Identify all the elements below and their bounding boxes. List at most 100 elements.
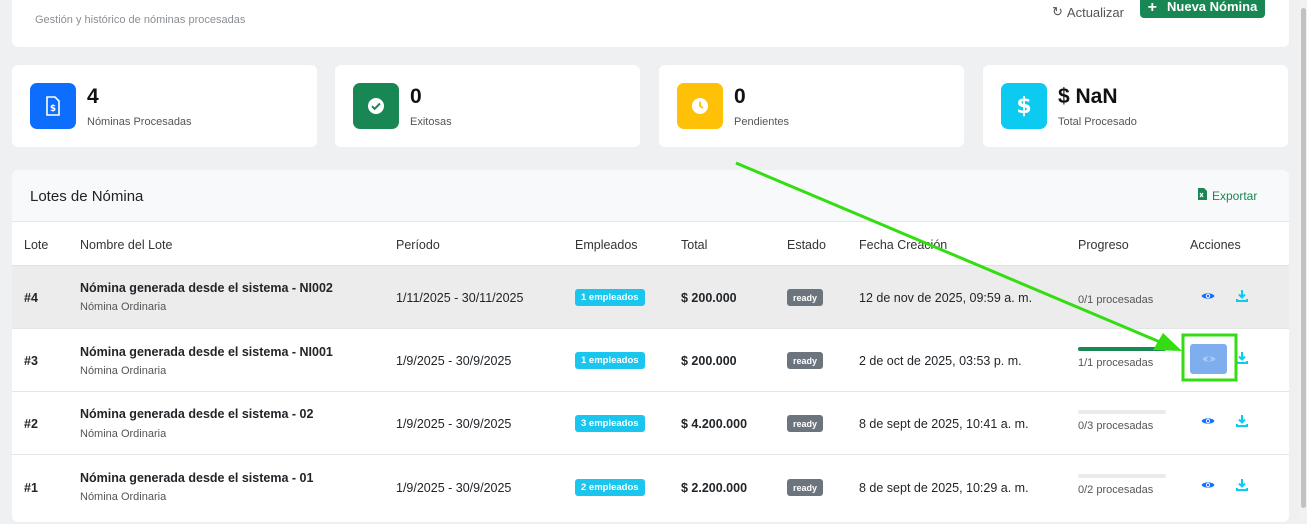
plus-icon: + [1147,0,1158,16]
batch-type: Nómina Ordinaria [80,365,167,377]
eye-icon [1201,293,1215,299]
col-header-fecha[interactable]: Fecha Creación [859,238,947,252]
view-button[interactable] [1198,286,1218,306]
lote-id: #4 [24,291,38,305]
lote-id: #1 [24,481,38,495]
col-header-estado[interactable]: Estado [787,238,826,252]
batch-total: $ 200.000 [681,354,737,368]
employees-badge: 1 empleados [575,289,645,306]
status-badge: ready [787,415,824,432]
batch-type: Nómina Ordinaria [80,428,167,440]
table-row[interactable]: #4 Nómina generada desde el sistema - NI… [12,266,1289,329]
created-date: 12 de nov de 2025, 09:59 a. m. [859,291,1033,305]
export-label: Exportar [1212,188,1258,203]
batch-total: $ 2.200.000 [681,481,748,495]
svg-text:$: $ [50,104,56,114]
stat-value: 0 [734,85,746,108]
scrollbar-thumb[interactable] [1301,8,1306,508]
download-button[interactable] [1232,411,1252,431]
progress-text: 0/2 procesadas [1078,484,1154,496]
employees-badge: 3 empleados [575,415,645,432]
export-button[interactable]: Exportar [1198,188,1257,203]
batch-type: Nómina Ordinaria [80,491,167,503]
excel-file-icon [1198,188,1207,203]
batch-total: $ 200.000 [681,291,737,305]
batch-name: Nómina generada desde el sistema - NI001 [80,345,333,359]
file-dollar-icon: $ [30,83,76,129]
table-row[interactable]: #2 Nómina generada desde el sistema - 02… [12,392,1289,455]
stat-value: $ NaN [1058,85,1118,108]
stat-label: Pendientes [734,116,790,128]
col-header-total[interactable]: Total [681,238,707,252]
progress-bar [1078,474,1166,478]
download-button[interactable] [1232,348,1252,368]
lote-id: #2 [24,417,38,431]
status-badge: ready [787,289,824,306]
batch-type: Nómina Ordinaria [80,301,167,313]
download-icon [1236,479,1248,491]
progress-bar [1078,347,1166,351]
clock-icon [677,83,723,129]
lote-id: #3 [24,354,38,368]
download-icon [1236,290,1248,302]
eye-icon [1201,418,1215,424]
col-header-empleados[interactable]: Empleados [575,238,638,252]
new-payroll-button[interactable]: + Nueva Nómina [1140,0,1265,18]
status-badge: ready [787,479,824,496]
col-header-nombre[interactable]: Nombre del Lote [80,238,172,252]
stat-card-pending: 0 Pendientes [659,65,964,147]
progress-bar [1078,410,1166,414]
refresh-button[interactable]: ↻ Actualizar [1052,4,1124,20]
batch-total: $ 4.200.000 [681,417,748,431]
table-row[interactable]: #1 Nómina generada desde el sistema - 01… [12,455,1289,518]
progress-bar [1078,283,1166,287]
stat-value: 0 [410,85,422,108]
employees-badge: 1 empleados [575,352,645,369]
eye-icon [1202,356,1215,362]
progress-text: 0/1 procesadas [1078,294,1154,306]
batch-period: 1/9/2025 - 30/9/2025 [396,417,512,431]
col-header-periodo[interactable]: Período [396,238,440,252]
vertical-scrollbar[interactable] [1300,0,1307,524]
col-header-lote[interactable]: Lote [24,238,48,252]
batch-period: 1/9/2025 - 30/9/2025 [396,481,512,495]
status-badge: ready [787,352,824,369]
batch-period: 1/11/2025 - 30/11/2025 [396,291,524,305]
new-payroll-label: Nueva Nómina [1167,0,1258,14]
batch-name: Nómina generada desde el sistema - 01 [80,471,314,485]
stat-label: Total Procesado [1058,116,1137,128]
download-icon [1236,415,1248,427]
col-header-progreso[interactable]: Progreso [1078,238,1129,252]
download-button[interactable] [1232,475,1252,495]
stat-card-processed: $ 4 Nóminas Procesadas [12,65,317,147]
view-button[interactable] [1198,475,1218,495]
download-button[interactable] [1232,286,1252,306]
eye-icon [1201,482,1215,488]
created-date: 8 de sept de 2025, 10:41 a. m. [859,417,1029,431]
stat-value: 4 [87,85,99,108]
dollar-icon: $ [1001,83,1047,129]
progress-text: 1/1 procesadas [1078,357,1154,369]
created-date: 2 de oct de 2025, 03:53 p. m. [859,354,1022,368]
view-button[interactable] [1190,344,1227,374]
created-date: 8 de sept de 2025, 10:29 a. m. [859,481,1029,495]
stat-card-total: $ $ NaN Total Procesado [983,65,1288,147]
stat-label: Nóminas Procesadas [87,116,192,128]
page-subtitle: Gestión y histórico de nóminas procesada… [35,14,246,26]
stat-label: Exitosas [410,116,452,128]
card-title: Lotes de Nómina [30,188,144,205]
table-row[interactable]: #3 Nómina generada desde el sistema - NI… [12,329,1289,392]
employees-badge: 2 empleados [575,479,645,496]
progress-fill [1078,347,1166,351]
progress-text: 0/3 procesadas [1078,420,1154,432]
batch-period: 1/9/2025 - 30/9/2025 [396,354,512,368]
card-header: Lotes de Nómina Exportar [12,170,1289,222]
batch-name: Nómina generada desde el sistema - NI002 [80,281,333,295]
stat-card-success: 0 Exitosas [335,65,640,147]
payroll-batches-card: Lotes de Nómina Exportar Lote Nombre del… [12,170,1289,522]
page-header: Gestión y histórico de nóminas procesada… [12,0,1289,47]
download-icon [1236,352,1248,364]
check-circle-icon [353,83,399,129]
view-button[interactable] [1198,411,1218,431]
col-header-acciones: Acciones [1190,238,1241,252]
